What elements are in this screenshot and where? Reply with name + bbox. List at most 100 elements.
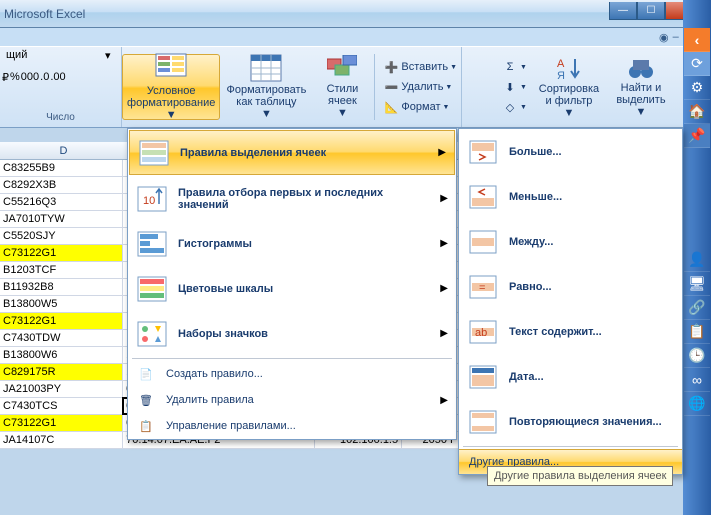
menu-manage-rules[interactable]: 📋Управление правилами...: [128, 413, 456, 439]
increase-decimal-button[interactable]: .0: [40, 71, 49, 84]
between-icon: [467, 228, 499, 256]
conditional-formatting-label: Условное форматирование: [127, 85, 215, 109]
table-icon: [250, 54, 282, 82]
sidebar-item[interactable]: ⚙: [684, 76, 710, 100]
conditional-formatting-button[interactable]: Условное форматирование ▼: [122, 54, 220, 120]
menu-top-bottom-rules[interactable]: 10 Правила отбора первых и последних зна…: [128, 176, 456, 221]
cell[interactable]: C55216Q3: [0, 194, 123, 210]
chevron-right-icon: ▶: [440, 193, 448, 204]
ribbon-minimize-icon[interactable]: –: [673, 31, 679, 43]
svg-text:10: 10: [143, 195, 155, 207]
menu-date-occurring[interactable]: Дата...: [459, 354, 682, 399]
format-button[interactable]: 📐Формат ▼: [379, 98, 461, 116]
menu-duplicate-values[interactable]: Повторяющиеся значения...: [459, 399, 682, 444]
col-header-d[interactable]: D: [0, 142, 128, 159]
fill-icon: ⬇: [502, 79, 518, 95]
less-icon: [467, 183, 499, 211]
sidebar-item[interactable]: 👤: [684, 248, 710, 272]
eraser-icon: ◇: [502, 99, 518, 115]
duplicate-icon: [467, 408, 499, 436]
chevron-right-icon: ▶: [440, 283, 448, 294]
sidebar-item[interactable]: 🖥: [684, 272, 710, 296]
cell[interactable]: C73122G1: [0, 415, 123, 431]
menu-clear-rules[interactable]: 🗑Удалить правила▶: [128, 387, 456, 413]
cell[interactable]: JA21003PY: [0, 381, 123, 397]
menu-highlight-rules[interactable]: Правила выделения ячеек ▶: [129, 130, 455, 175]
svg-text:Я: Я: [557, 70, 565, 81]
cell[interactable]: C7430TCS: [0, 398, 123, 414]
right-sidebar: ‹ ⟳ ⚙ 🏠 📌 👤 🖥 🔗 📋 🕒 ∞ 🌐: [683, 0, 711, 515]
cell[interactable]: B13800W5: [0, 296, 123, 312]
cell[interactable]: C7430TDW: [0, 330, 123, 346]
cell[interactable]: C73122G1: [0, 245, 123, 261]
menu-data-bars[interactable]: Гистограммы ▶: [128, 221, 456, 266]
sidebar-item[interactable]: 🏠: [684, 100, 710, 124]
help-icon[interactable]: ◉: [659, 31, 669, 44]
cell[interactable]: B11932B8: [0, 279, 123, 295]
sort-icon: АЯ: [553, 55, 585, 81]
top-bottom-icon: 10: [136, 185, 168, 213]
minimize-button[interactable]: —: [609, 2, 637, 20]
data-bars-icon: [136, 230, 168, 258]
icon-sets-icon: [136, 320, 168, 348]
cell[interactable]: JA14107C: [0, 432, 123, 448]
sidebar-item[interactable]: 🕒: [684, 344, 710, 368]
insert-icon: ➕: [383, 59, 399, 75]
menu-less-than[interactable]: Меньше...: [459, 174, 682, 219]
menu-new-rule[interactable]: 📄Создать правило...: [128, 361, 456, 387]
cell[interactable]: C8292X3B: [0, 177, 123, 193]
menu-equal-to[interactable]: =Равно...: [459, 264, 682, 309]
currency-button[interactable]: ₽: [2, 71, 9, 84]
percent-button[interactable]: %: [10, 71, 20, 84]
dropdown-arrow-icon: ▼: [337, 107, 348, 119]
cell[interactable]: C5520SJY: [0, 228, 123, 244]
dropdown-arrow-icon: ▼: [564, 107, 575, 119]
decrease-decimal-button[interactable]: .00: [50, 71, 65, 84]
format-table-label: Форматировать как таблицу: [226, 84, 306, 108]
combo-arrow-icon[interactable]: ▾: [105, 49, 119, 69]
autosum-button[interactable]: Σ▼: [498, 58, 531, 76]
color-scales-icon: [136, 275, 168, 303]
cell[interactable]: B1203TCF: [0, 262, 123, 278]
find-label: Найти и выделить: [614, 82, 668, 106]
conditional-formatting-icon: [155, 53, 187, 83]
sidebar-item[interactable]: 🔗: [684, 296, 710, 320]
delete-button[interactable]: ➖Удалить ▼: [379, 78, 461, 96]
clear-button[interactable]: ◇▼: [498, 98, 531, 116]
menu-color-scales[interactable]: Цветовые шкалы ▶: [128, 266, 456, 311]
sidebar-item[interactable]: ⟳: [684, 52, 710, 76]
delete-icon: ➖: [383, 79, 399, 95]
cell[interactable]: C829175R: [0, 364, 123, 380]
cell[interactable]: JA7010TYW: [0, 211, 123, 227]
sidebar-item[interactable]: 📋: [684, 320, 710, 344]
cell[interactable]: C83255B9: [0, 160, 123, 176]
fill-button[interactable]: ⬇▼: [498, 78, 531, 96]
sort-filter-button[interactable]: АЯ Сортировка и фильтр ▼: [533, 54, 605, 120]
maximize-button[interactable]: ☐: [637, 2, 665, 20]
menu-between[interactable]: Между...: [459, 219, 682, 264]
sidebar-item[interactable]: ∞: [684, 368, 710, 392]
cell[interactable]: C73122G1: [0, 313, 123, 329]
sidebar-back-icon[interactable]: ‹: [684, 28, 710, 52]
format-as-table-button[interactable]: Форматировать как таблицу ▼: [222, 54, 310, 120]
cell-styles-label: Стили ячеек: [319, 83, 365, 107]
cell[interactable]: B13800W6: [0, 347, 123, 363]
find-select-button[interactable]: Найти и выделить ▼: [607, 54, 675, 120]
menu-icon-sets[interactable]: Наборы значков ▶: [128, 311, 456, 356]
insert-button[interactable]: ➕Вставить ▼: [379, 58, 461, 76]
clear-rules-icon: 🗑: [136, 391, 156, 409]
comma-button[interactable]: 000: [21, 71, 39, 84]
new-rule-icon: 📄: [136, 365, 156, 383]
sidebar-item[interactable]: 🌐: [684, 392, 710, 416]
dropdown-arrow-icon: ▼: [261, 108, 272, 120]
sidebar-item-pinned[interactable]: 📌: [684, 124, 710, 148]
menu-greater-than[interactable]: Больше...: [459, 129, 682, 174]
highlight-rules-icon: [138, 139, 170, 167]
ribbon: щий ▾ ₽ % 000 .0 .00 Число Условное форм…: [0, 46, 711, 128]
number-format-combo[interactable]: щий: [2, 49, 104, 69]
cell-styles-button[interactable]: Стили ячеек ▼: [312, 54, 372, 120]
text-icon: ab: [467, 318, 499, 346]
equal-icon: =: [467, 273, 499, 301]
dropdown-arrow-icon: ▼: [636, 106, 647, 118]
menu-text-contains[interactable]: abТекст содержит...: [459, 309, 682, 354]
